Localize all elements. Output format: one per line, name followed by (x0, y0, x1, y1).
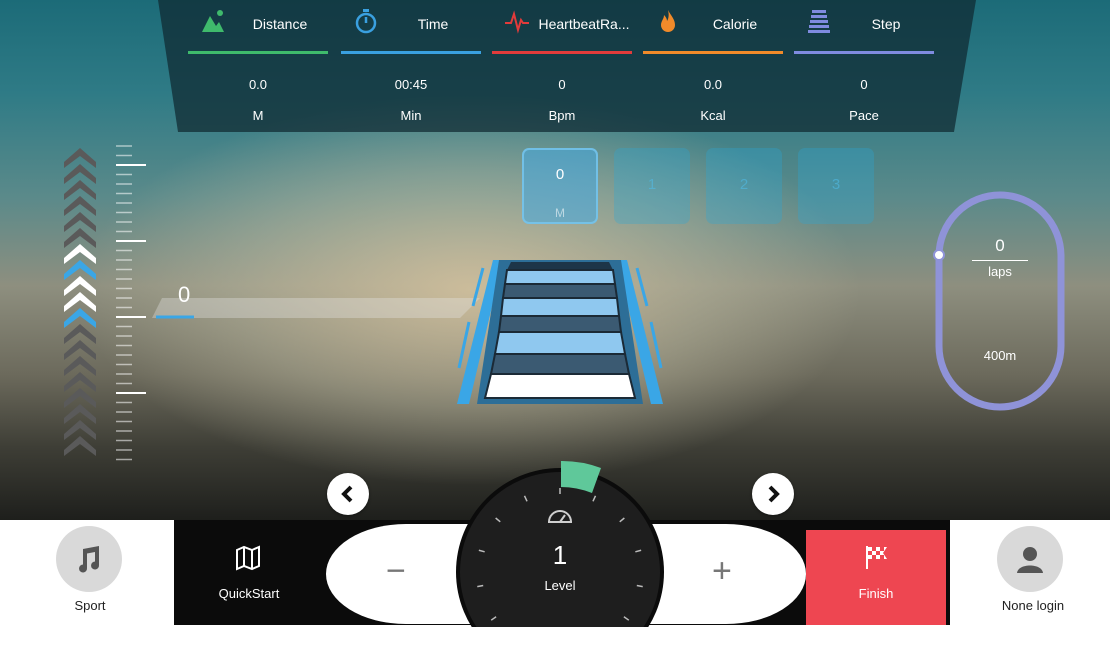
laps-value: 0 (995, 236, 1005, 255)
distance-icon (202, 10, 224, 32)
stat-value: 0.0 (703, 77, 723, 92)
stat-unit: M (252, 108, 264, 123)
sport-button[interactable] (56, 526, 122, 592)
height-value: 0 (178, 282, 191, 307)
stat-calorie: Calorie 0.0 Kcal (643, 0, 783, 132)
login-label: None login (1001, 598, 1065, 613)
segment-unit: M (555, 206, 565, 220)
timer-icon (355, 9, 377, 34)
track-position-marker (933, 249, 945, 261)
level-label: Level (544, 578, 576, 593)
next-button[interactable] (752, 473, 794, 515)
stat-heartbeat: HeartbeatRa... 0 Bpm (492, 0, 632, 132)
height-pointer (152, 298, 480, 319)
track-distance: 400m (983, 348, 1017, 363)
stat-label: HeartbeatRa... (538, 16, 630, 32)
stat-unit: Min (400, 108, 422, 123)
dial-tick (636, 584, 643, 588)
laps-unit: laps (988, 264, 1012, 279)
dial-tick (477, 584, 484, 588)
heartbeat-icon (505, 10, 529, 34)
stat-underline (492, 51, 632, 54)
stat-label: Step (871, 16, 901, 32)
segment-label: 0 (555, 166, 565, 183)
segment-label: 2 (739, 176, 749, 193)
stat-distance: Distance 0.0 M (188, 0, 328, 132)
checkered-flag-icon (866, 546, 887, 569)
height-meter (64, 145, 146, 461)
stat-underline (188, 51, 328, 54)
stat-unit: Bpm (548, 108, 576, 123)
lap-track (933, 191, 1065, 411)
map-icon (236, 545, 260, 571)
segment-tile-1[interactable]: 1 (614, 148, 690, 224)
stairs-icon (808, 10, 830, 33)
minus-label: − (386, 552, 406, 590)
stat-underline (794, 51, 934, 54)
segment-label: 1 (647, 176, 657, 193)
stat-value: 0 (860, 77, 868, 92)
stat-step: Step 0 Pace (794, 0, 934, 132)
stat-value: 0 (558, 77, 566, 92)
laps-divider (972, 260, 1028, 261)
dial-tick (599, 640, 602, 645)
workout-scene: Distance 0.0 M Time 00:45 Min HeartbeatR… (0, 0, 1110, 520)
stat-value: 0.0 (248, 77, 268, 92)
finish-button[interactable]: Finish (806, 530, 946, 625)
stat-time: Time 00:45 Min (341, 0, 481, 132)
stat-underline (341, 51, 481, 54)
stat-unit: Pace (849, 108, 879, 123)
segment-label: 3 (831, 176, 841, 193)
finish-label: Finish (858, 586, 894, 601)
user-icon (1017, 547, 1043, 573)
level-decrease-button[interactable]: − (326, 524, 476, 624)
sport-label: Sport (74, 598, 106, 613)
level-value: 1 (552, 540, 568, 570)
stat-underline (643, 51, 783, 54)
stats-panel: Distance 0.0 M Time 00:45 Min HeartbeatR… (158, 0, 976, 132)
segment-tile-2[interactable]: 2 (706, 148, 782, 224)
stat-value: 00:45 (394, 77, 428, 92)
plus-label: + (712, 552, 732, 590)
chevron-left-icon (341, 485, 353, 503)
quickstart-button[interactable]: QuickStart (174, 520, 324, 625)
stairs-visual (457, 260, 663, 404)
chevron-mark (64, 436, 96, 456)
previous-button[interactable] (327, 473, 369, 515)
dial-tick (518, 640, 521, 645)
stat-label: Calorie (712, 16, 758, 32)
stat-label: Distance (252, 16, 308, 32)
segment-tile-3[interactable]: 3 (798, 148, 874, 224)
stat-label: Time (417, 16, 449, 32)
quickstart-label: QuickStart (218, 586, 280, 601)
segment-tile-0[interactable]: 0 M (522, 148, 598, 224)
stat-unit: Kcal (700, 108, 726, 123)
flame-icon (661, 10, 675, 32)
music-note-icon (79, 546, 100, 573)
chevron-right-icon (768, 485, 780, 503)
login-button[interactable] (997, 526, 1063, 592)
